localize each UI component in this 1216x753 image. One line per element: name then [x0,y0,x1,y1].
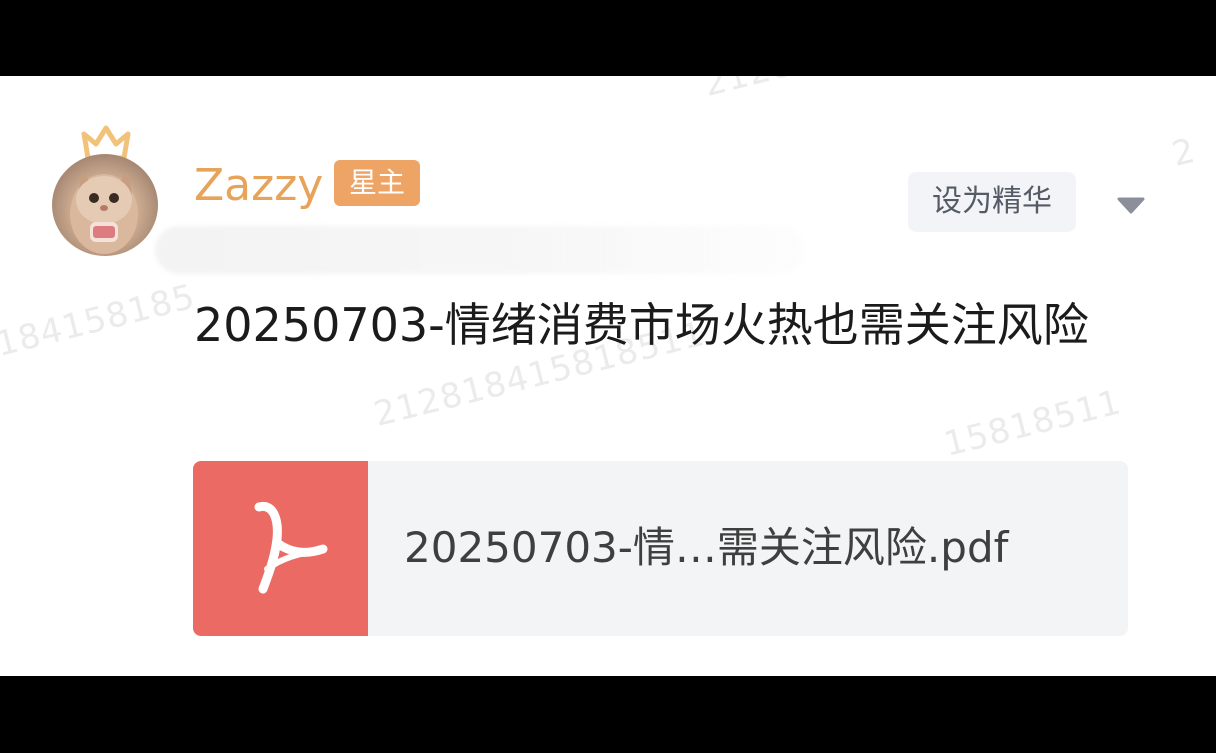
watermark-text: 21281 [700,76,819,105]
pdf-attachment[interactable]: 20250703-情…需关注风险.pdf [193,461,1128,636]
bottom-black-bar [0,676,1216,753]
blurred-timestamp [155,226,805,274]
watermark-text: 15818511 [940,382,1126,465]
attachment-file-name: 20250703-情…需关注风险.pdf [404,523,1009,572]
watermark-text: 2 [1168,130,1200,175]
more-options-button[interactable] [1114,190,1148,220]
role-badge: 星主 [334,160,420,206]
author-avatar[interactable] [52,122,158,256]
triangle-down-icon [1117,197,1145,214]
avatar [52,154,158,256]
watermark-text: 184158185 [0,276,200,365]
post-card: 21281 2 184158185 212818415818511 158185… [0,76,1216,676]
cat-avatar-icon [70,172,138,254]
pdf-icon [254,501,328,594]
post-title: 20250703-情绪消费市场火热也需关注风险 [194,298,1089,352]
pdf-icon-tile [193,461,368,636]
top-black-bar [0,0,1216,76]
author-name[interactable]: Zazzy [194,160,323,212]
set-featured-button[interactable]: 设为精华 [908,172,1076,232]
